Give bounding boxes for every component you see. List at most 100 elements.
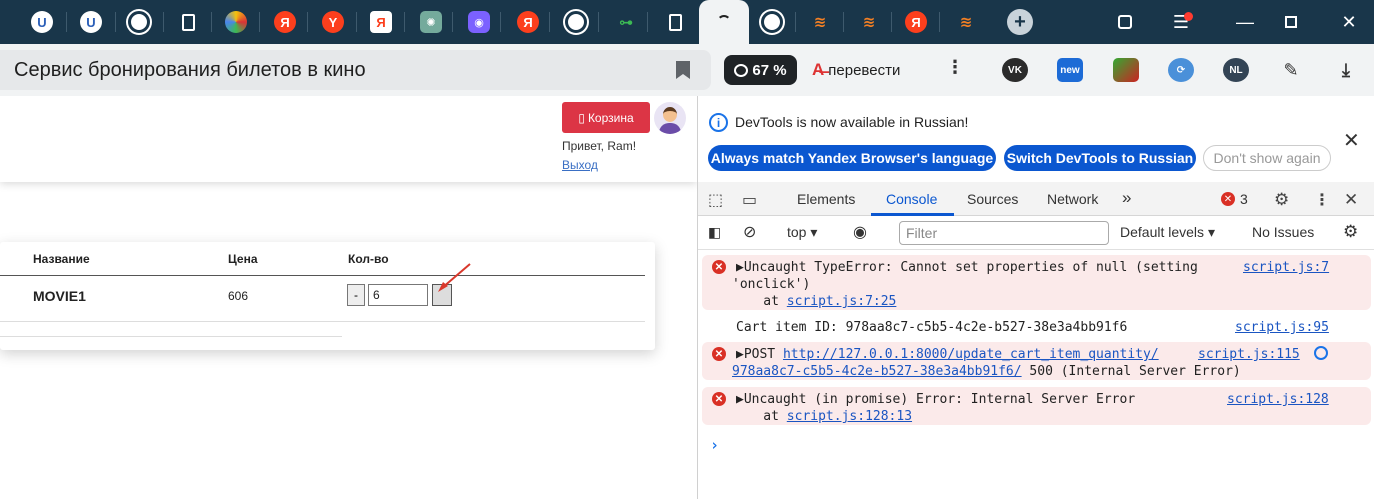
tab-separator [259,12,260,32]
issues-count[interactable]: No Issues [1252,224,1314,240]
tab-active-loading[interactable] [699,0,749,44]
source-link[interactable]: script.js:95 [1235,319,1329,336]
error-icon: ✕ [712,347,726,361]
stack-link[interactable]: script.js:7:25 [787,294,897,309]
clipboard-extension-icon[interactable]: ✎ [1278,58,1304,82]
tab-stackoverflow-2[interactable]: ≋ [851,6,887,38]
context-label: top [787,224,807,240]
vpn-extension-icon[interactable]: NL [1223,58,1249,82]
translate-icon: A̶ [812,60,825,79]
bookmark-icon[interactable] [676,61,690,79]
tab-separator [500,12,501,32]
quantity-input[interactable]: 6 [368,284,428,306]
tab-chatgpt[interactable]: ✺ [413,6,449,38]
console-settings-icon[interactable]: ⚙ [1343,222,1358,242]
network-globe-icon[interactable] [1314,346,1328,360]
speech-bubble-icon [734,63,749,77]
console-log-message[interactable]: Cart item ID: 978aa8c7-c5b5-4c2e-b527-38… [702,316,1371,338]
error-count-badge[interactable]: ✕ 3 [1221,191,1248,207]
tab-yandex-1[interactable]: Я [267,6,303,38]
cart-button[interactable]: ▯ Корзина [562,102,650,133]
tab-separator [795,12,796,32]
tab-doc-1[interactable] [170,6,206,38]
tab-ext-green[interactable]: ⊶ [608,6,644,38]
tab-doc-2[interactable] [657,6,693,38]
table-cell-price: 606 [228,289,249,303]
vk-extension-icon[interactable]: VK [1002,58,1028,82]
tab-ext-colorful[interactable] [218,6,254,38]
translate-button[interactable]: A̶ перевести [812,55,900,85]
address-bar-title[interactable]: Сервис бронирования билетов в кино [14,59,366,82]
log-text: Cart item ID: 978aa8c7-c5b5-4c2e-b527-38… [736,320,1128,335]
dont-show-again-button[interactable]: Don't show again [1203,145,1331,171]
tab-yandex-y[interactable]: Y [315,6,351,38]
tab-elements[interactable]: Elements [797,191,855,207]
table-row-divider [0,321,645,322]
console-prompt[interactable]: › [710,436,719,454]
console-error-message[interactable]: ✕ ▶Uncaught (in promise) Error: Internal… [702,387,1371,425]
devtools-more-icon[interactable]: ⋮ [1314,190,1330,210]
source-link[interactable]: script.js:115 [1198,346,1300,363]
address-more-button[interactable]: ⋮ [946,57,964,78]
switch-to-russian-button[interactable]: Switch DevTools to Russian [1004,145,1196,171]
match-language-button[interactable]: Always match Yandex Browser's language [708,145,996,171]
tab-github-3[interactable] [754,6,790,38]
site-rating-button[interactable]: 67 % [724,55,797,85]
infobar-close-button[interactable]: ✕ [1343,128,1360,153]
logout-link[interactable]: Выход [562,158,598,172]
sidebar-toggle-icon[interactable]: ◧ [708,224,721,241]
live-expression-eye-icon[interactable]: ◉ [853,222,867,242]
tab-u-2[interactable]: U [73,6,109,38]
tab-yandex-2[interactable]: Я [363,6,399,38]
tab-separator [647,12,648,32]
post-request-line: ▶POST http://127.0.0.1:8000/update_cart_… [736,346,1159,363]
stack-prefix: at [732,409,787,424]
tab-console[interactable]: Console [886,191,937,207]
source-link[interactable]: script.js:128 [1227,391,1329,408]
tab-github-1[interactable] [121,6,157,38]
profile-menu-button[interactable]: ☰ [1166,8,1196,36]
quantity-decrease-button[interactable]: - [347,284,365,306]
tab-yandex-4[interactable]: Я [898,6,934,38]
request-url-link[interactable]: http://127.0.0.1:8000/update_cart_item_q… [783,347,1159,362]
stack-link[interactable]: script.js:128:13 [787,409,912,424]
clear-console-icon[interactable]: ⊘ [743,222,756,242]
tab-u-1[interactable]: U [24,6,60,38]
new-extension-icon[interactable]: new [1057,58,1083,82]
restore-button[interactable] [1276,8,1306,36]
tab-sources[interactable]: Sources [967,191,1018,207]
document-icon [181,13,195,31]
minimize-button[interactable]: — [1230,8,1260,36]
console-error-message[interactable]: ✕ ▶Uncaught TypeError: Cannot set proper… [702,255,1371,310]
request-url-link-cont[interactable]: 978aa8c7-c5b5-4c2e-b527-38e3a4bb91f6/ [732,364,1022,379]
inspect-element-icon[interactable]: ⬚ [708,190,723,210]
device-toolbar-icon[interactable]: ▭ [742,190,757,210]
tab-separator [843,12,844,32]
new-tab-button[interactable]: + [1002,6,1038,38]
yandex-icon: Я [517,11,539,33]
download-icon[interactable]: ⤓ [1333,58,1359,82]
settings-gear-icon[interactable]: ⚙ [1274,190,1289,210]
avatar[interactable] [654,102,686,134]
tab-github-2[interactable] [558,6,594,38]
tabs-manager-button[interactable] [1110,8,1140,36]
console-filter-input[interactable]: Filter [899,221,1109,245]
media-extension-icon[interactable] [1113,58,1139,82]
address-bar[interactable]: Сервис бронирования билетов в кино [0,50,711,90]
context-selector[interactable]: top ▾ [787,224,817,241]
source-link[interactable]: script.js:7 [1243,259,1329,276]
more-tabs-button[interactable]: » [1122,188,1131,208]
console-error-message[interactable]: ✕ ▶POST http://127.0.0.1:8000/update_car… [702,342,1371,380]
response-status: 500 (Internal Server Error) [1021,364,1241,379]
sync-extension-icon[interactable]: ⟳ [1168,58,1194,82]
tab-yandex-3[interactable]: Я [510,6,546,38]
devtools-language-infobar: i DevTools is now available in Russian! … [698,96,1374,182]
close-window-button[interactable]: ✕ [1334,8,1364,36]
devtools-close-icon[interactable]: ✕ [1344,190,1358,210]
log-levels-dropdown[interactable]: Default levels ▾ [1120,224,1215,241]
tab-stackoverflow-3[interactable]: ≋ [948,6,984,38]
tab-network[interactable]: Network [1047,191,1098,207]
tab-stackoverflow-1[interactable]: ≋ [802,6,838,38]
annotation-arrow-icon [438,263,471,292]
tab-ext-purple[interactable]: ◉ [461,6,497,38]
